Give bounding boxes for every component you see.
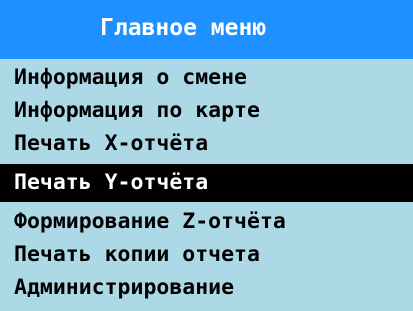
device-display: Главное меню Информация о смене Информац… <box>0 0 413 311</box>
menu-item-label: Администрирование <box>14 275 235 300</box>
header-bar: Главное меню <box>0 0 413 59</box>
menu-item-administration[interactable]: Администрирование <box>0 269 413 307</box>
main-menu-title: Главное меню <box>100 15 267 41</box>
menu-item-label: Печать Y-отчёта <box>14 170 209 195</box>
menu-item-label: Печать X-отчёта <box>14 131 209 156</box>
menu-item-print-x-report[interactable]: Печать X-отчёта <box>0 125 413 163</box>
menu-item-print-y-report[interactable]: Печать Y-отчёта <box>0 164 413 202</box>
screen: Главное меню Информация о смене Информац… <box>0 0 413 311</box>
